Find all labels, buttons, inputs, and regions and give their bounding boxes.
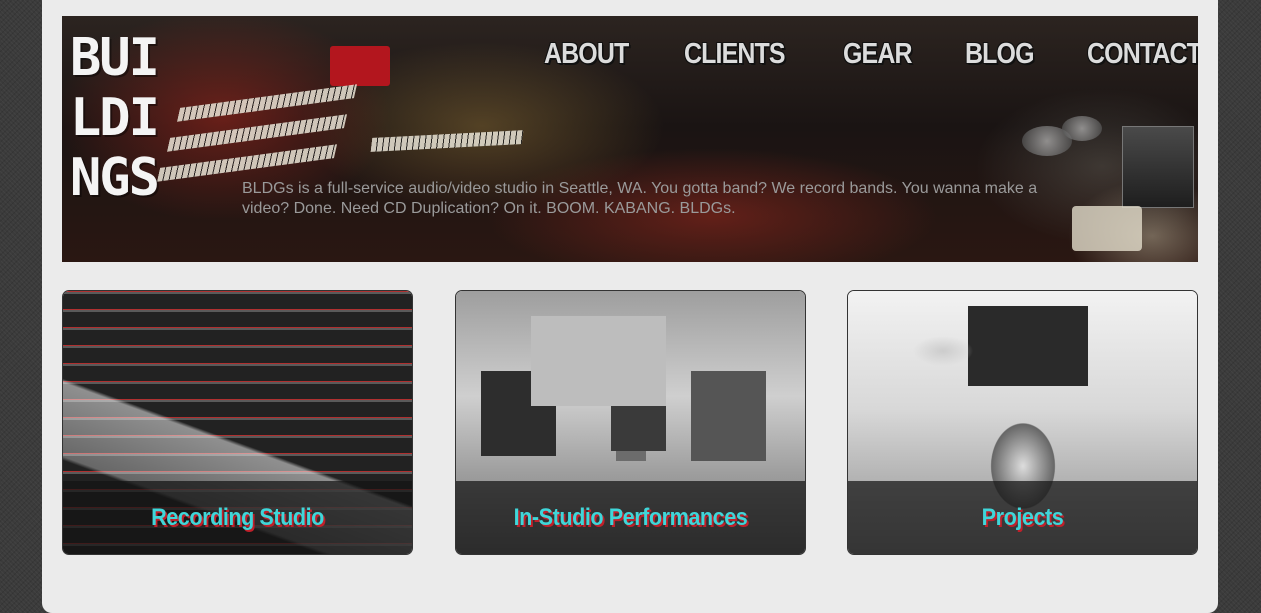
banner-photo-organ bbox=[330, 46, 390, 86]
nav-item-clients[interactable]: CLIENTS bbox=[684, 38, 786, 71]
nav-item-about[interactable]: ABOUT bbox=[544, 38, 629, 71]
banner-photo-drum bbox=[1062, 116, 1102, 141]
header-banner: BUI LDI NGS ABOUT CLIENTS GEAR BLOG CONT… bbox=[62, 16, 1198, 262]
card-label: In-Studio Performances bbox=[513, 504, 748, 531]
logo-line: LDI bbox=[70, 88, 160, 148]
banner-photo-box bbox=[1072, 206, 1142, 251]
content-container: BUI LDI NGS ABOUT CLIENTS GEAR BLOG CONT… bbox=[42, 0, 1218, 613]
card-recording-studio[interactable]: Recording Studio bbox=[62, 290, 413, 555]
logo-line: NGS bbox=[70, 148, 160, 208]
card-label: Projects bbox=[981, 504, 1064, 531]
hero-tagline: BLDGs is a full-service audio/video stud… bbox=[242, 180, 1038, 217]
banner-photo-keys bbox=[370, 130, 524, 152]
card-projects[interactable]: Projects bbox=[847, 290, 1198, 555]
banner-photo-amp bbox=[1122, 126, 1194, 208]
nav-item-contact[interactable]: CONTACT bbox=[1087, 38, 1198, 71]
main-nav: ABOUT CLIENTS GEAR BLOG CONTACT bbox=[544, 38, 1198, 71]
site-logo[interactable]: BUI LDI NGS bbox=[70, 28, 200, 208]
nav-item-gear[interactable]: GEAR bbox=[843, 38, 912, 71]
card-label: Recording Studio bbox=[151, 504, 324, 531]
logo-line: BUI bbox=[70, 28, 160, 88]
nav-item-blog[interactable]: BLOG bbox=[965, 38, 1034, 71]
card-in-studio-performances[interactable]: In-Studio Performances bbox=[455, 290, 806, 555]
